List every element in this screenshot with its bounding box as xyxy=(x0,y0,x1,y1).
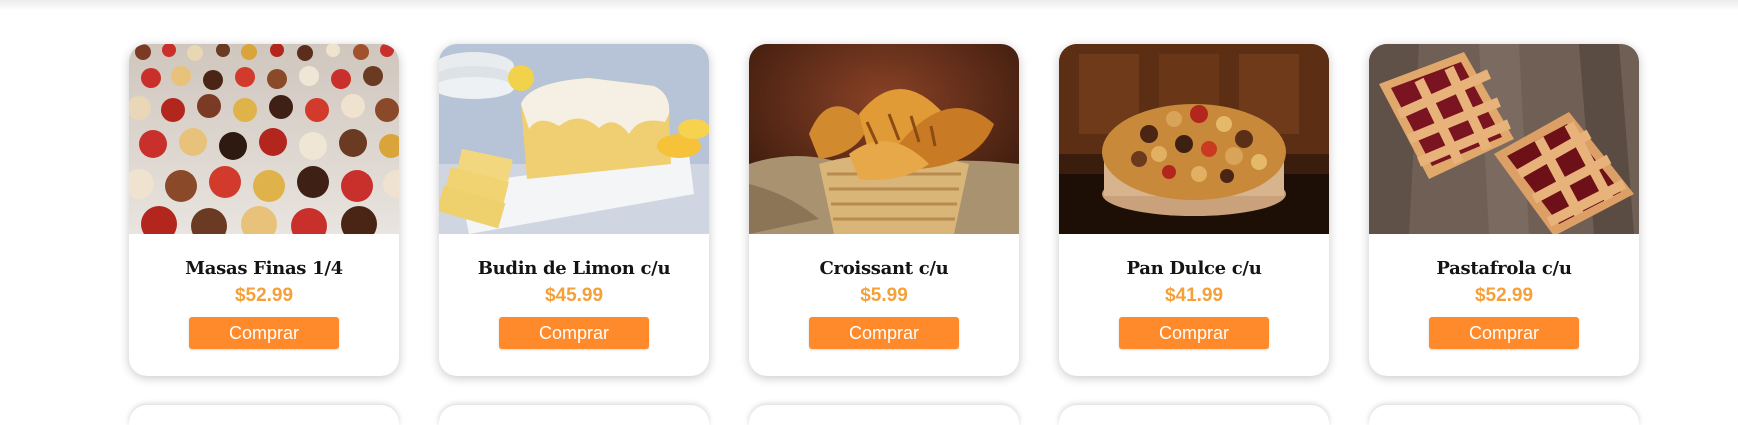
croissant-basket-photo xyxy=(749,44,1019,234)
product-name: Pastafrola c/u xyxy=(1436,258,1572,279)
product-image-budin-de-limon[interactable] xyxy=(439,44,709,234)
buy-button[interactable]: Comprar xyxy=(809,317,959,349)
product-price: $5.99 xyxy=(860,285,908,306)
product-card xyxy=(129,405,399,425)
product-name: Masas Finas 1/4 xyxy=(185,258,343,279)
top-bar xyxy=(0,0,1738,10)
product-card xyxy=(1059,405,1329,425)
product-card: Pastafrola c/u $52.99 Comprar xyxy=(1369,44,1639,376)
product-card xyxy=(1369,405,1639,425)
product-name: Croissant c/u xyxy=(819,258,949,279)
product-price: $41.99 xyxy=(1164,285,1224,306)
buy-button[interactable]: Comprar xyxy=(189,317,339,349)
product-name: Budin de Limon c/u xyxy=(477,258,671,279)
product-card xyxy=(439,405,709,425)
product-card xyxy=(749,405,1019,425)
product-image-pastafrola[interactable] xyxy=(1369,44,1639,234)
pastafrola-tart-photo xyxy=(1369,44,1639,234)
product-image-croissant[interactable] xyxy=(749,44,1019,234)
product-price: $52.99 xyxy=(1474,285,1534,306)
product-price: $45.99 xyxy=(544,285,604,306)
product-image-pan-dulce[interactable] xyxy=(1059,44,1329,234)
product-card: Budin de Limon c/u $45.99 Comprar xyxy=(439,44,709,376)
lemon-loaf-cake-photo xyxy=(439,44,709,234)
product-card: Croissant c/u $5.99 Comprar xyxy=(749,44,1019,376)
buy-button[interactable]: Comprar xyxy=(1429,317,1579,349)
product-grid: Masas Finas 1/4 $52.99 Comprar Budin de … xyxy=(129,44,1639,376)
product-card: Masas Finas 1/4 $52.99 Comprar xyxy=(129,44,399,376)
assorted-pastries-photo xyxy=(129,44,399,234)
next-product-row xyxy=(129,405,1639,425)
buy-button[interactable]: Comprar xyxy=(499,317,649,349)
product-price: $52.99 xyxy=(234,285,294,306)
product-name: Pan Dulce c/u xyxy=(1126,258,1262,279)
panettone-photo xyxy=(1059,44,1329,234)
buy-button[interactable]: Comprar xyxy=(1119,317,1269,349)
product-card: Pan Dulce c/u $41.99 Comprar xyxy=(1059,44,1329,376)
product-image-masas-finas[interactable] xyxy=(129,44,399,234)
